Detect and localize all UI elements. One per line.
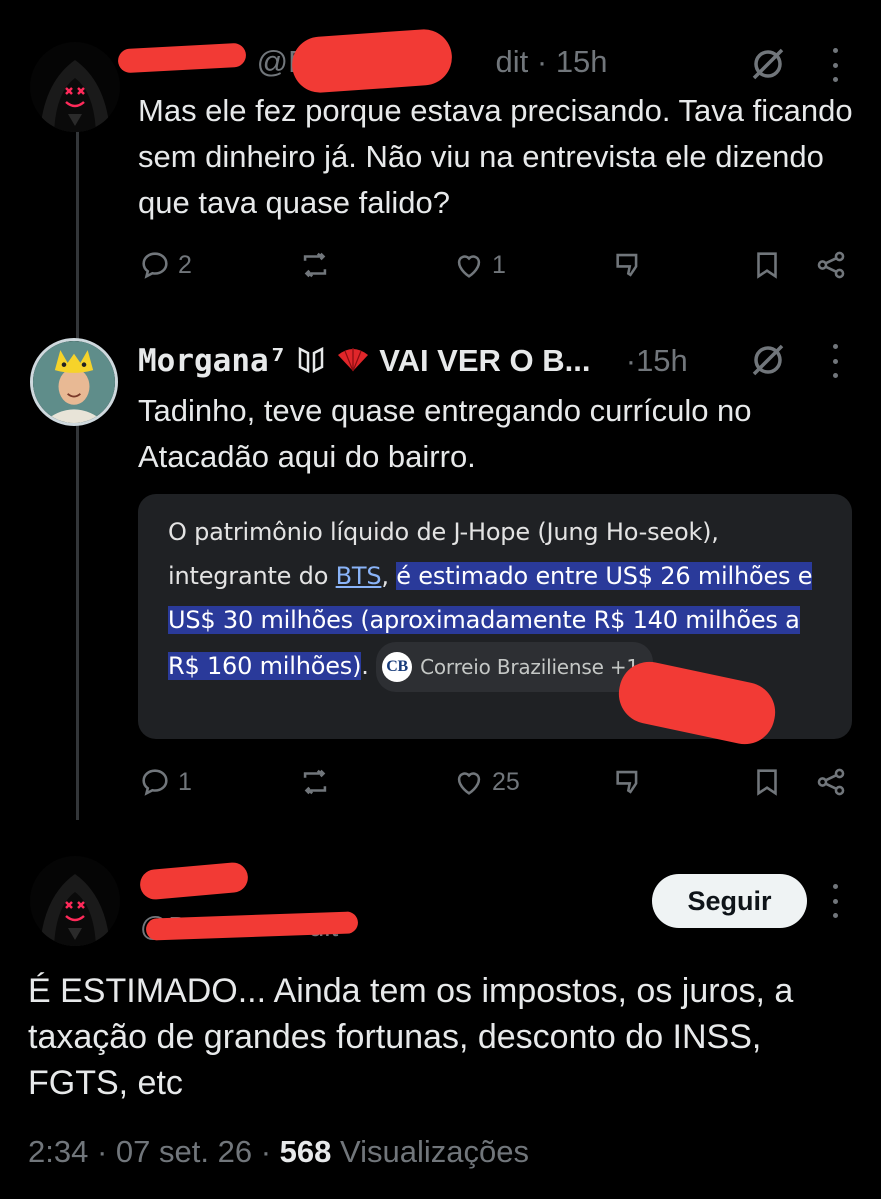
display-name-tail[interactable]: VAI VER O B...	[379, 343, 590, 378]
reply-button[interactable]: 2	[138, 248, 192, 282]
avatar[interactable]	[30, 856, 120, 946]
separator-dot: ·	[625, 343, 637, 378]
grok-icon[interactable]	[748, 340, 788, 380]
tweet-text: Tadinho, teve quase entregando currículo…	[138, 393, 752, 474]
share-button[interactable]	[814, 765, 848, 799]
like-count: 1	[492, 250, 506, 279]
main-tweet-text: É ESTIMADO... Ainda tem os impostos, os …	[28, 972, 794, 1102]
separator-dot: ·	[536, 44, 548, 79]
avatar[interactable]	[30, 42, 120, 132]
repost-icon	[303, 769, 327, 795]
handle-suffix[interactable]: dit	[495, 44, 528, 79]
timestamp[interactable]: 15h	[636, 343, 688, 378]
timestamp[interactable]: 15h	[556, 44, 608, 79]
thumbs-down-icon	[616, 770, 638, 794]
grok-icon[interactable]	[748, 44, 788, 84]
tweet-metadata: 2:34 · 07 set. 26 · 568 Visualizações	[28, 1134, 529, 1169]
more-options-icon[interactable]	[829, 48, 841, 82]
reply-count: 2	[178, 250, 192, 279]
thumbs-down-icon	[616, 253, 638, 277]
quoted-text: O patrimônio líquido de J-Hope (Jung Ho-…	[168, 510, 822, 692]
follow-button[interactable]: Seguir	[652, 874, 807, 928]
view-count: 568	[279, 1134, 332, 1169]
bts-link[interactable]: BTS	[336, 562, 382, 590]
share-icon	[817, 251, 845, 279]
reply-count: 1	[178, 767, 192, 796]
correio-braziliense-logo: CB	[382, 652, 413, 682]
share-icon	[817, 768, 845, 796]
bookmark-button[interactable]	[750, 765, 784, 799]
reply-icon	[142, 252, 168, 279]
tweet-header: Morgana⁷ VAI VER O B... ·15h	[138, 342, 688, 380]
bookmark-button[interactable]	[750, 248, 784, 282]
thread-connector-line	[76, 120, 79, 820]
tweet-actions: 1 25	[138, 765, 853, 805]
like-button[interactable]: 25	[452, 765, 520, 799]
dislike-button[interactable]	[612, 248, 646, 282]
post-date[interactable]: 07 set. 26	[116, 1134, 252, 1169]
display-name[interactable]: Morgana⁷	[138, 343, 287, 379]
repost-button[interactable]	[298, 765, 332, 799]
source-label: Correio Braziliense +1	[420, 655, 639, 679]
reply-button[interactable]: 1	[138, 765, 192, 799]
reply-icon	[142, 769, 168, 796]
redaction-mark	[290, 27, 454, 95]
repost-button[interactable]	[298, 248, 332, 282]
bookmark-icon	[757, 769, 777, 796]
redaction-mark	[138, 861, 250, 901]
fan-emoji-icon	[337, 348, 368, 372]
tweet-actions: 2 1	[138, 248, 853, 288]
more-options-icon[interactable]	[829, 884, 841, 918]
bookmark-icon	[757, 252, 777, 279]
source-chip[interactable]: CB Correio Braziliense +1	[376, 642, 653, 692]
bts-logo-icon	[298, 346, 324, 374]
like-button[interactable]: 1	[452, 248, 506, 282]
more-options-icon[interactable]	[829, 344, 841, 378]
heart-icon	[457, 255, 481, 278]
heart-icon	[457, 772, 481, 795]
post-time[interactable]: 2:34	[28, 1134, 88, 1169]
tweet-text: Mas ele fez porque estava precisando. Ta…	[138, 93, 853, 220]
avatar[interactable]	[30, 338, 118, 426]
share-button[interactable]	[814, 248, 848, 282]
repost-icon	[303, 252, 327, 278]
dislike-button[interactable]	[612, 765, 646, 799]
views-label: Visualizações	[340, 1134, 529, 1169]
like-count: 25	[492, 767, 520, 796]
